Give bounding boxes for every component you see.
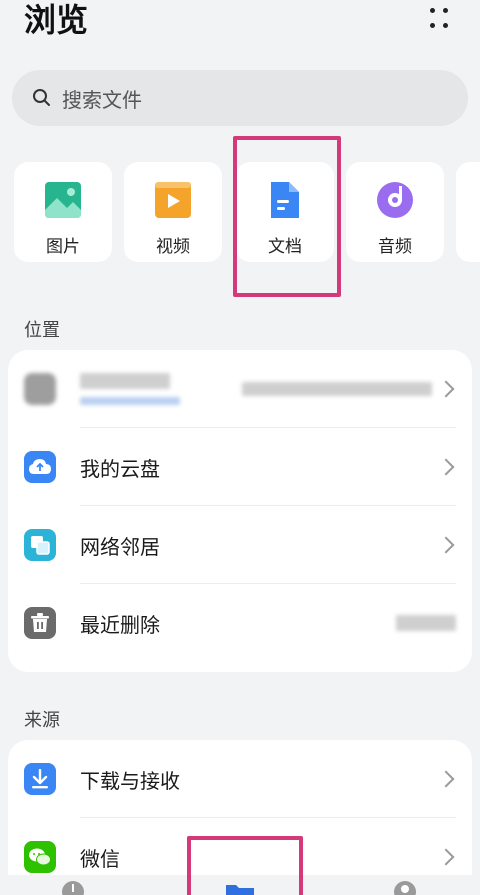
- category-audio[interactable]: 音频: [346, 162, 444, 262]
- location-item-network[interactable]: 网络邻居: [8, 506, 472, 584]
- trash-count: [396, 615, 456, 631]
- nav-recent-icon[interactable]: [60, 879, 86, 895]
- category-videos[interactable]: 视频: [124, 162, 222, 262]
- section-title-source: 来源: [24, 710, 60, 731]
- category-images[interactable]: 图片: [14, 162, 112, 262]
- category-label: 图片: [46, 237, 80, 257]
- chevron-right-icon: [437, 536, 455, 554]
- section-title-location: 位置: [24, 320, 60, 341]
- audio-icon: [377, 182, 413, 218]
- device-icon: [24, 373, 56, 405]
- device-info: [80, 373, 180, 405]
- category-more[interactable]: [456, 162, 480, 262]
- chevron-right-icon: [437, 848, 455, 866]
- source-item-download[interactable]: 下载与接收: [8, 740, 472, 818]
- chevron-right-icon: [437, 770, 455, 788]
- location-item-cloud[interactable]: 我的云盘: [8, 428, 472, 506]
- download-icon: [24, 763, 56, 795]
- source-item-label: 下载与接收: [80, 768, 180, 793]
- location-item-device[interactable]: [8, 350, 472, 428]
- location-card: 我的云盘 网络邻居 最近删除: [8, 350, 472, 672]
- video-icon: [155, 182, 191, 218]
- chevron-right-icon: [437, 380, 455, 398]
- trash-icon: [24, 607, 56, 639]
- cloud-drive-icon: [24, 451, 56, 483]
- nav-profile-icon[interactable]: [392, 879, 418, 895]
- location-item-label: 网络邻居: [80, 534, 160, 559]
- category-label: 音频: [378, 237, 412, 257]
- search-icon: [33, 89, 50, 106]
- source-item-label: 微信: [80, 846, 120, 871]
- chevron-right-icon: [437, 458, 455, 476]
- category-label: 视频: [156, 237, 190, 257]
- highlight-box-browse-tab: [187, 836, 303, 895]
- location-item-label: 我的云盘: [80, 456, 160, 481]
- more-options-icon[interactable]: [428, 6, 450, 30]
- network-neighbor-icon: [24, 529, 56, 561]
- image-icon: [45, 182, 81, 218]
- location-item-trash[interactable]: 最近删除: [8, 584, 472, 662]
- location-item-label: 最近删除: [80, 612, 160, 637]
- highlight-box-documents: [233, 136, 341, 297]
- search-placeholder: 搜索文件: [62, 87, 142, 112]
- page-title: 浏览: [24, 1, 89, 39]
- search-bar[interactable]: 搜索文件: [12, 70, 468, 126]
- device-storage: [242, 382, 432, 396]
- wechat-icon: [24, 841, 56, 873]
